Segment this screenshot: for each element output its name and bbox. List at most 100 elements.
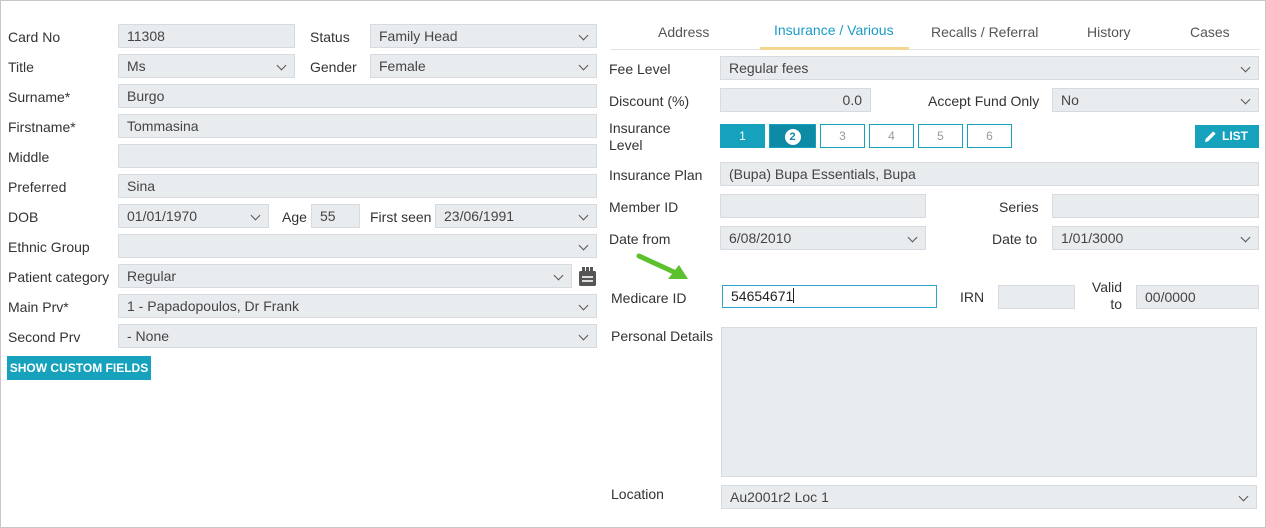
chevron-down-icon	[578, 300, 589, 311]
discount-field[interactable]: 0.0	[720, 88, 871, 112]
chevron-down-icon	[1240, 62, 1251, 73]
main-prv-value: 1 - Papadopoulos, Dr Frank	[127, 298, 299, 314]
preferred-label: Preferred	[8, 179, 67, 195]
show-custom-fields-button[interactable]: SHOW CUSTOM FIELDS	[7, 356, 151, 380]
valid-to-label: Valid to	[1091, 279, 1122, 312]
title-value: Ms	[127, 58, 146, 74]
chevron-down-icon	[1240, 94, 1251, 105]
dob-select[interactable]: 01/01/1970	[118, 204, 269, 228]
title-label: Title	[8, 59, 34, 75]
accept-fund-only-value: No	[1061, 92, 1079, 108]
chevron-down-icon	[553, 270, 564, 281]
tab-address[interactable]: Address	[658, 24, 709, 40]
tab-insurance-various[interactable]: Insurance / Various	[774, 22, 894, 38]
accept-fund-only-label: Accept Fund Only	[928, 93, 1040, 109]
ethnic-group-select[interactable]	[118, 234, 597, 258]
dob-value: 01/01/1970	[127, 208, 198, 224]
fee-level-value: Regular fees	[729, 60, 809, 76]
tab-history[interactable]: History	[1087, 24, 1131, 40]
valid-to-field[interactable]: 00/0000	[1136, 285, 1259, 309]
irn-label: IRN	[960, 289, 985, 305]
firstname-field[interactable]: Tommasina	[118, 114, 597, 138]
selected-level-badge: 2	[784, 129, 801, 145]
fee-level-select[interactable]: Regular fees	[720, 56, 1259, 80]
date-from-select[interactable]: 6/08/2010	[720, 226, 926, 250]
pencil-icon	[1205, 131, 1216, 142]
insurance-level-label: Insurance Level	[609, 120, 671, 153]
chevron-down-icon	[578, 330, 589, 341]
first-seen-select[interactable]: 23/06/1991	[435, 204, 597, 228]
status-label: Status	[310, 29, 350, 45]
second-prv-select[interactable]: - None	[118, 324, 597, 348]
insurance-level-5-button[interactable]: 5	[918, 124, 963, 148]
active-tab-indicator	[760, 47, 909, 50]
status-select[interactable]: Family Head	[370, 24, 597, 48]
chevron-down-icon	[907, 232, 918, 243]
age-field[interactable]: 55	[311, 204, 360, 228]
status-value: Family Head	[379, 28, 458, 44]
tab-recalls-referral[interactable]: Recalls / Referral	[931, 24, 1038, 40]
date-to-label: Date to	[992, 231, 1038, 247]
chevron-down-icon	[578, 60, 589, 71]
date-from-label: Date from	[609, 231, 671, 247]
insurance-plan-field[interactable]: (Bupa) Bupa Essentials, Bupa	[720, 162, 1259, 186]
chevron-down-icon	[578, 30, 589, 41]
date-to-select[interactable]: 1/01/3000	[1052, 226, 1259, 250]
age-label: Age	[282, 209, 307, 225]
irn-field[interactable]	[998, 285, 1075, 309]
second-prv-value: - None	[127, 328, 170, 344]
gender-select[interactable]: Female	[370, 54, 597, 78]
tab-cases[interactable]: Cases	[1190, 24, 1230, 40]
preferred-field[interactable]: Sina	[118, 174, 597, 198]
list-button[interactable]: LIST	[1195, 125, 1259, 148]
patient-category-select[interactable]: Regular	[118, 264, 572, 288]
tabs-divider	[610, 49, 1260, 50]
chevron-down-icon	[1240, 232, 1251, 243]
insurance-level-2-button[interactable]: 2	[769, 124, 816, 148]
first-seen-label: First seen	[370, 209, 432, 225]
dob-label: DOB	[8, 209, 39, 225]
fee-level-label: Fee Level	[609, 61, 671, 77]
insurance-level-1-button[interactable]: 1	[720, 124, 765, 148]
member-id-label: Member ID	[609, 199, 679, 215]
green-arrow-icon	[636, 253, 688, 279]
list-button-label: LIST	[1222, 129, 1248, 143]
title-select[interactable]: Ms	[118, 54, 295, 78]
medicare-id-value: 54654671	[731, 288, 794, 304]
insurance-level-3-button[interactable]: 3	[820, 124, 865, 148]
patient-category-label: Patient category	[8, 269, 110, 285]
chevron-down-icon	[578, 210, 589, 221]
chevron-down-icon	[276, 60, 287, 71]
series-field[interactable]	[1052, 194, 1259, 218]
card-reader-icon[interactable]	[578, 266, 597, 287]
gender-value: Female	[379, 58, 426, 74]
location-value: Au2001r2 Loc 1	[730, 489, 829, 505]
chevron-down-icon	[250, 210, 261, 221]
insurance-plan-label: Insurance Plan	[609, 167, 703, 183]
insurance-level-6-button[interactable]: 6	[967, 124, 1012, 148]
first-seen-value: 23/06/1991	[444, 208, 515, 224]
firstname-label: Firstname*	[8, 119, 76, 135]
date-to-value: 1/01/3000	[1061, 230, 1124, 246]
medicare-id-input[interactable]: 54654671	[722, 285, 937, 308]
medicare-id-label: Medicare ID	[611, 290, 687, 306]
accept-fund-only-select[interactable]: No	[1052, 88, 1259, 112]
card-no-field[interactable]: 11308	[118, 24, 295, 48]
chevron-down-icon	[578, 240, 589, 251]
middle-field[interactable]	[118, 144, 597, 168]
insurance-level-4-button[interactable]: 4	[869, 124, 914, 148]
card-no-label: Card No	[8, 29, 61, 45]
location-select[interactable]: Au2001r2 Loc 1	[721, 485, 1257, 509]
gender-label: Gender	[310, 59, 357, 75]
surname-field[interactable]: Burgo	[118, 84, 597, 108]
chevron-down-icon	[1238, 491, 1249, 502]
middle-label: Middle	[8, 149, 50, 165]
surname-label: Surname*	[8, 89, 71, 105]
second-prv-label: Second Prv	[8, 329, 81, 345]
personal-details-textarea[interactable]	[721, 327, 1257, 477]
text-cursor	[793, 288, 795, 303]
main-prv-select[interactable]: 1 - Papadopoulos, Dr Frank	[118, 294, 597, 318]
member-id-field[interactable]	[720, 194, 926, 218]
discount-label: Discount (%)	[609, 93, 690, 109]
date-from-value: 6/08/2010	[729, 230, 792, 246]
